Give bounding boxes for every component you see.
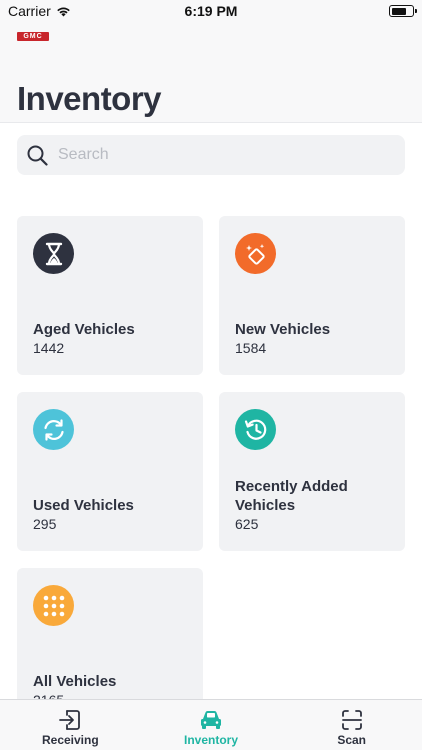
login-icon <box>59 710 81 730</box>
search-icon <box>27 145 48 166</box>
card-count: 1442 <box>33 340 65 356</box>
car-icon <box>201 711 221 729</box>
tab-receiving[interactable]: Receiving <box>0 700 141 750</box>
search-input[interactable] <box>58 146 378 164</box>
status-left: Carrier <box>8 3 71 19</box>
tab-label: Receiving <box>41 733 99 747</box>
card-text: Recently Added Vehicles 625 <box>235 477 395 534</box>
header: GMC Inventory <box>0 22 422 123</box>
card-aged-vehicles[interactable]: Aged Vehicles 1442 <box>17 216 203 375</box>
refresh-icon <box>33 409 74 450</box>
tab-bar: Receiving Inventory Scan <box>0 699 422 750</box>
gmc-logo: GMC <box>17 32 49 41</box>
card-title: New Vehicles <box>235 321 331 338</box>
card-text: Aged Vehicles 1442 <box>33 320 193 358</box>
sparkle-tag-icon <box>235 233 276 274</box>
tab-label: Inventory <box>184 733 239 747</box>
card-title: All Vehicles <box>33 673 117 690</box>
wifi-icon <box>56 7 70 16</box>
tab-inventory[interactable]: Inventory <box>141 700 282 750</box>
tab-scan[interactable]: Scan <box>281 700 422 750</box>
page-title: Inventory <box>17 80 162 117</box>
status-bar: Carrier 6:19 PM <box>0 0 422 22</box>
carrier-label: Carrier <box>8 3 51 19</box>
card-title: Recently Added Vehicles <box>235 478 348 514</box>
card-text: Used Vehicles 295 <box>33 496 193 534</box>
hourglass-icon <box>33 233 74 274</box>
scan-icon <box>341 710 362 730</box>
card-count: 625 <box>235 516 259 532</box>
card-text: New Vehicles 1584 <box>235 320 395 358</box>
card-count: 295 <box>33 516 57 532</box>
card-title: Aged Vehicles <box>33 321 135 338</box>
search-bar[interactable] <box>17 135 405 175</box>
clock-history-icon <box>235 409 276 450</box>
card-count: 1584 <box>235 340 267 356</box>
card-used-vehicles[interactable]: Used Vehicles 295 <box>17 392 203 551</box>
tab-label: Scan <box>337 733 367 747</box>
card-recently-added-vehicles[interactable]: Recently Added Vehicles 625 <box>219 392 405 551</box>
grid-dots-icon <box>33 585 74 626</box>
battery-icon <box>389 5 417 17</box>
card-title: Used Vehicles <box>33 497 134 514</box>
card-new-vehicles[interactable]: New Vehicles 1584 <box>219 216 405 375</box>
